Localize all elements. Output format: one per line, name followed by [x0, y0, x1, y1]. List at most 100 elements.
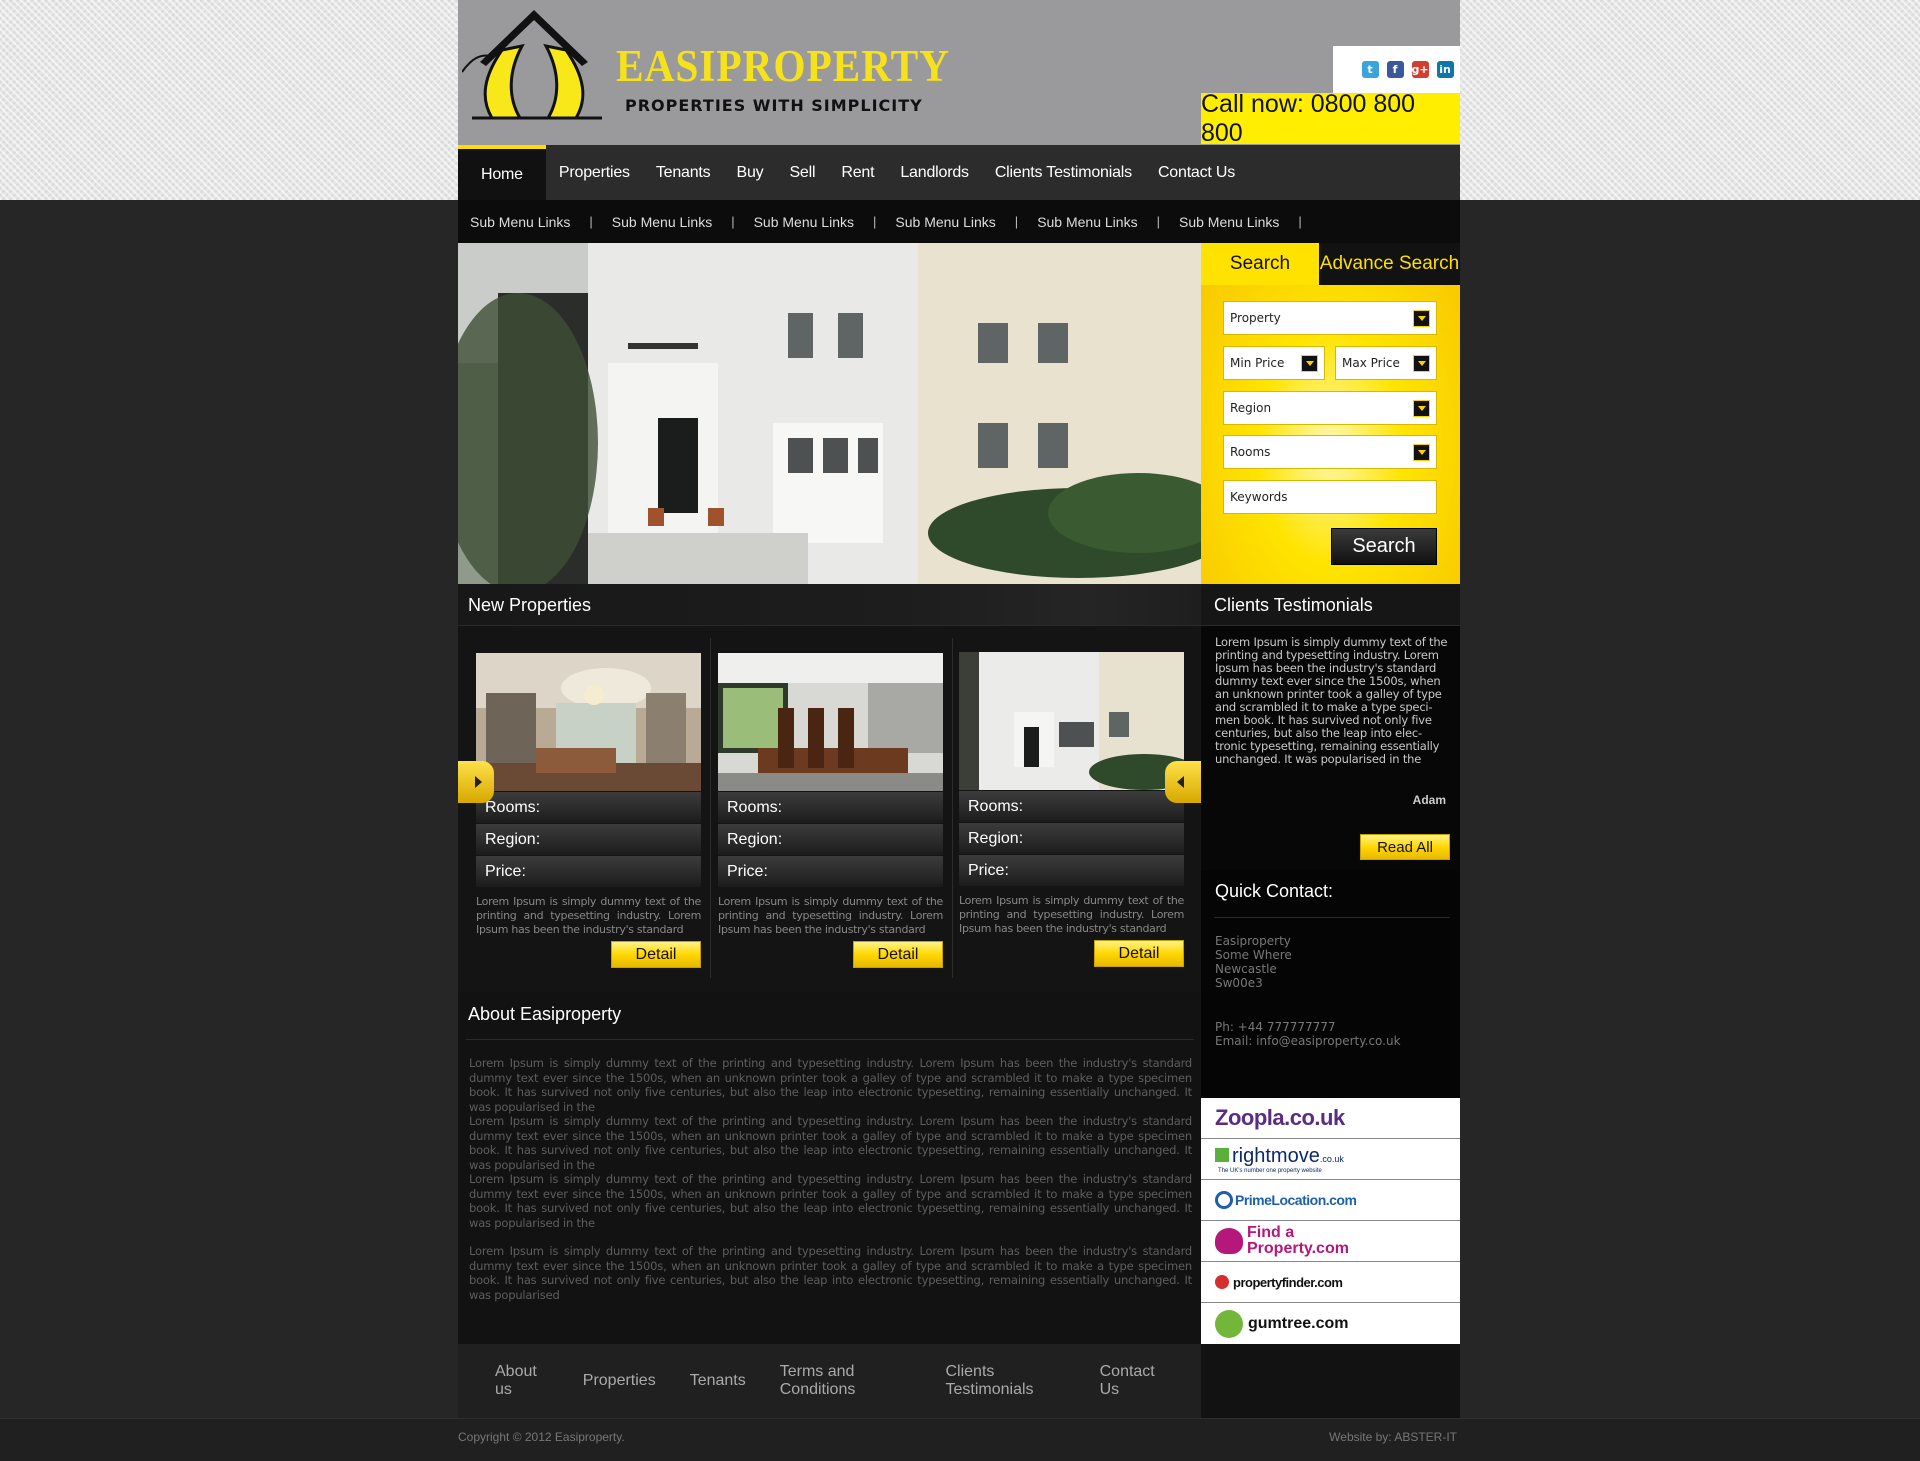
carousel-prev-button[interactable]: [458, 761, 494, 803]
keywords-placeholder: Keywords: [1230, 490, 1288, 504]
price-row: Price:: [718, 856, 943, 887]
detail-button[interactable]: Detail: [853, 941, 943, 968]
tab-advance-search[interactable]: Advance Search: [1319, 243, 1460, 285]
footer-link-terms-and-conditions[interactable]: Terms and Conditions: [780, 1363, 912, 1399]
nav-item-rent[interactable]: Rent: [828, 145, 887, 200]
divider: [466, 1039, 1194, 1040]
separator: |: [1014, 214, 1019, 229]
property-photo[interactable]: [476, 653, 701, 791]
arrow-right-icon: [475, 776, 482, 788]
twitter-icon[interactable]: t: [1361, 61, 1379, 78]
call-now-banner[interactable]: Call now: 0800 800 800: [1201, 90, 1460, 147]
rooms-select[interactable]: Rooms: [1223, 435, 1437, 469]
partner-name: PrimeLocation.com: [1235, 1192, 1357, 1208]
gumtree-logo[interactable]: gumtree.com: [1201, 1303, 1460, 1344]
partner-subline: The UK's number one property website: [1218, 1167, 1322, 1174]
zoopla-logo[interactable]: Zoopla.co.uk: [1201, 1098, 1460, 1139]
testimonial-text: Lorem Ipsum is simply dummy text of the …: [1215, 635, 1448, 766]
separator: |: [873, 214, 877, 229]
rooms-row: Rooms:: [718, 792, 943, 823]
card-divider: [710, 638, 711, 978]
footer-links: About us Properties Tenants Terms and Condi…: [458, 1344, 1201, 1418]
sub-menu-link[interactable]: Sub Menu Links: [612, 214, 712, 230]
website-by[interactable]: Website by: ABSTER-IT: [1329, 1430, 1457, 1444]
linkedin-icon[interactable]: in: [1436, 61, 1454, 78]
nav-item-contact-us[interactable]: Contact Us: [1145, 145, 1248, 200]
region-select[interactable]: Region: [1223, 391, 1437, 425]
partner-name: gumtree.com: [1248, 1314, 1349, 1332]
new-properties-section: New Properties Rooms: Region: Price: Lor…: [458, 584, 1201, 992]
footer-link-about-us[interactable]: About us: [495, 1363, 549, 1399]
region-row: Region:: [718, 824, 943, 855]
copyright: Copyright © 2012 Easiproperty.: [458, 1430, 625, 1444]
sub-menu-link[interactable]: Sub Menu Links: [895, 214, 995, 230]
facebook-icon[interactable]: f: [1386, 61, 1404, 78]
nav-item-home[interactable]: Home: [458, 145, 546, 200]
property-card: Rooms: Region: Price: Lorem Ipsum is sim…: [718, 653, 943, 937]
footer-link-properties[interactable]: Properties: [583, 1372, 656, 1390]
contact-details: Ph: +44 777777777 Email: info@easiproper…: [1215, 1020, 1401, 1048]
max-price-label: Max Price: [1342, 356, 1400, 370]
social-links: t f g+ in: [1333, 46, 1460, 93]
property-photo[interactable]: [718, 653, 943, 791]
min-price-label: Min Price: [1230, 356, 1285, 370]
hero-image: [458, 243, 1201, 584]
read-all-button[interactable]: Read All: [1360, 834, 1450, 860]
google-plus-icon[interactable]: g+: [1411, 61, 1429, 78]
footer-link-clients-testimonials[interactable]: Clients Testimonials: [945, 1363, 1065, 1399]
address-line: Newcastle: [1215, 962, 1277, 976]
chevron-down-icon: [1413, 310, 1430, 327]
contact-email[interactable]: Email: info@easiproperty.co.uk: [1215, 1034, 1401, 1048]
chevron-down-icon: [1413, 400, 1430, 417]
sub-menu-link[interactable]: Sub Menu Links: [1037, 214, 1137, 230]
tab-search[interactable]: Search: [1201, 243, 1319, 285]
card-divider: [952, 638, 953, 978]
about-paragraph: Lorem Ipsum is simply dummy text of the …: [469, 1172, 1192, 1230]
nav-item-tenants[interactable]: Tenants: [643, 145, 724, 200]
property-select[interactable]: Property: [1223, 301, 1437, 335]
property-card: Rooms: Region: Price: Lorem Ipsum is sim…: [959, 652, 1184, 936]
chevron-down-icon: [1301, 355, 1318, 372]
propertyfinder-logo[interactable]: propertyfinder.com: [1201, 1262, 1460, 1303]
address-line: Sw00e3: [1215, 976, 1263, 990]
sub-menu-link[interactable]: Sub Menu Links: [470, 214, 570, 230]
nav-item-properties[interactable]: Properties: [546, 145, 643, 200]
findaproperty-logo[interactable]: Find a Property.com: [1201, 1221, 1460, 1262]
rightmove-logo[interactable]: rightmove .co.uk The UK's number one pro…: [1201, 1139, 1460, 1180]
max-price-select[interactable]: Max Price: [1335, 346, 1437, 380]
property-description: Lorem Ipsum is simply dummy text of the …: [718, 895, 943, 936]
house-logo-icon: [462, 10, 602, 120]
property-photo[interactable]: [959, 652, 1184, 790]
detail-button[interactable]: Detail: [611, 941, 701, 968]
carousel-next-button[interactable]: [1165, 761, 1201, 803]
separator: |: [1298, 214, 1302, 229]
property-description: Lorem Ipsum is simply dummy text of the …: [959, 894, 1184, 935]
contact-phone: Ph: +44 777777777: [1215, 1020, 1336, 1034]
footer-link-contact-us[interactable]: Contact Us: [1100, 1363, 1167, 1399]
detail-button[interactable]: Detail: [1094, 940, 1184, 967]
site-logo[interactable]: EASIPROPERTY PROPERTIES WITH SIMPLICITY: [462, 6, 962, 126]
price-row: Price:: [476, 856, 701, 887]
about-section: About Easiproperty Lorem Ipsum is simply…: [458, 992, 1201, 1344]
search-button[interactable]: Search: [1331, 528, 1437, 565]
sub-menu-link[interactable]: Sub Menu Links: [1179, 214, 1279, 230]
separator: |: [589, 214, 593, 229]
logo-name: EASIPROPERTY: [616, 41, 950, 91]
sub-navigation: Sub Menu Links | Sub Menu Links | Sub Menu L…: [458, 200, 1460, 243]
sub-menu-link[interactable]: Sub Menu Links: [754, 214, 854, 230]
primelocation-logo[interactable]: PrimeLocation.com: [1201, 1180, 1460, 1221]
gumtree-icon: [1215, 1309, 1243, 1338]
nav-item-landlords[interactable]: Landlords: [887, 145, 981, 200]
nav-item-clients-testimonials[interactable]: Clients Testimonials: [982, 145, 1145, 200]
nav-item-buy[interactable]: Buy: [723, 145, 776, 200]
about-paragraph: Lorem Ipsum is simply dummy text of the …: [469, 1114, 1192, 1172]
keywords-input[interactable]: Keywords: [1223, 480, 1437, 514]
nav-item-sell[interactable]: Sell: [776, 145, 828, 200]
rooms-row: Rooms:: [959, 791, 1184, 822]
about-title: About Easiproperty: [468, 1004, 622, 1024]
primelocation-icon: [1215, 1191, 1233, 1209]
propertyfinder-icon: [1215, 1275, 1229, 1289]
min-price-select[interactable]: Min Price: [1223, 346, 1325, 380]
testimonials-header: Clients Testimonials: [1201, 584, 1460, 626]
footer-link-tenants[interactable]: Tenants: [690, 1372, 746, 1390]
